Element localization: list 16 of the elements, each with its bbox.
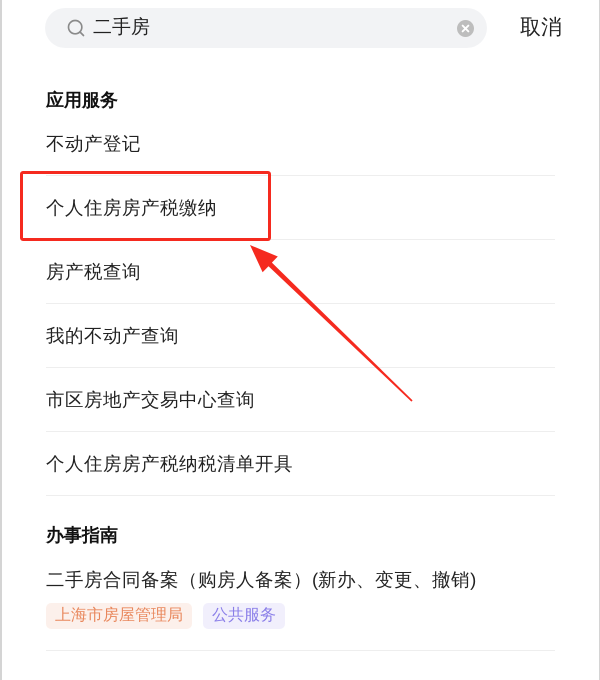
section-heading: 办事指南 (46, 524, 118, 547)
guide-item[interactable]: 二手房合同备案（购房人备案）(新办、变更、撤销) (46, 568, 476, 592)
search-field[interactable]: 二手房 (45, 8, 487, 48)
service-item[interactable]: 个人住房房产税缴纳 (46, 196, 217, 220)
service-item[interactable]: 房产税查询 (46, 260, 141, 284)
search-icon (66, 18, 86, 38)
service-item[interactable]: 市区房地产交易中心查询 (46, 388, 255, 412)
section-heading: 应用服务 (46, 89, 118, 112)
cancel-button[interactable]: 取消 (520, 14, 562, 42)
search-value: 二手房 (93, 16, 151, 40)
service-item[interactable]: 个人住房房产税纳税清单开具 (46, 452, 293, 476)
tag: 公共服务 (203, 603, 285, 629)
service-item[interactable]: 我的不动产查询 (46, 324, 179, 348)
service-item[interactable]: 不动产登记 (46, 132, 141, 156)
clear-icon[interactable] (457, 20, 474, 36)
tag: 上海市房屋管理局 (46, 603, 192, 629)
